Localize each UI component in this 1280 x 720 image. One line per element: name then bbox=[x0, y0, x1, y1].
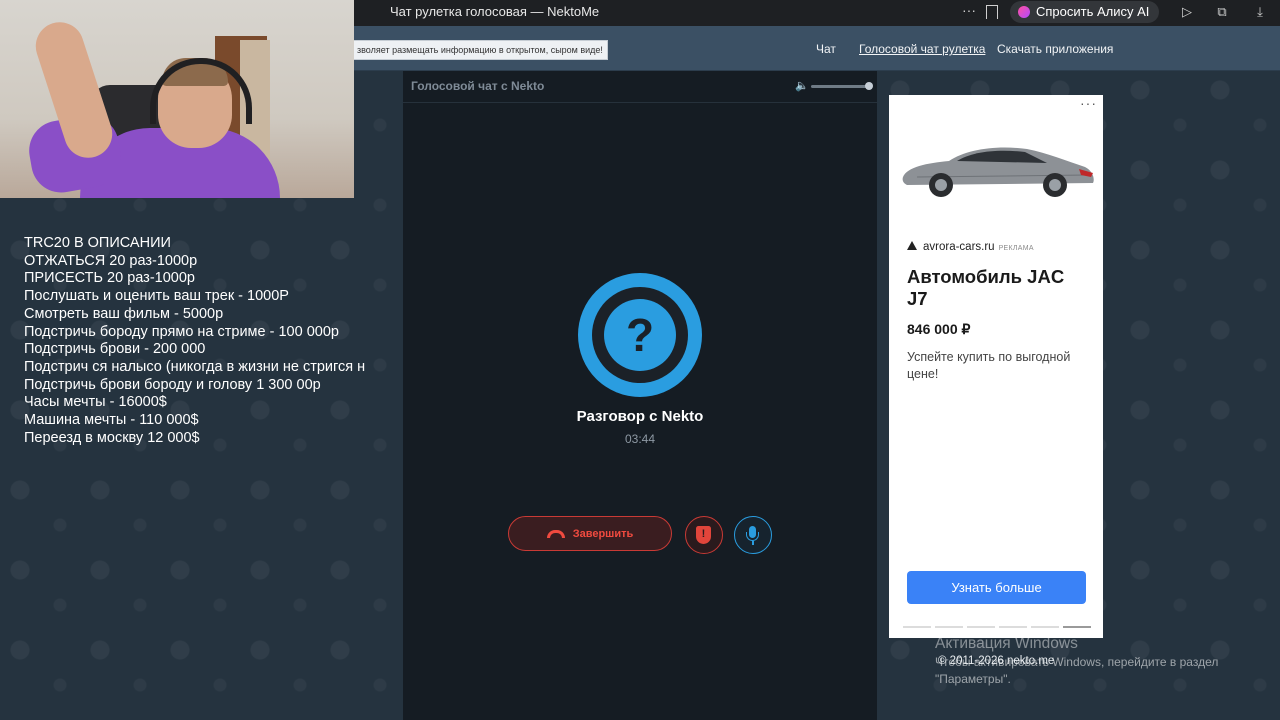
donation-line: TRC20 В ОПИСАНИИ bbox=[24, 235, 171, 251]
donation-line: Подстрич ся налысо (никогда в жизни не с… bbox=[24, 358, 366, 375]
ad-description: Успейте купить по выгодной цене! bbox=[907, 350, 1071, 381]
chat-header: Голосовой чат с Nekto 🔈 bbox=[403, 71, 877, 103]
bookmark-icon[interactable] bbox=[986, 5, 998, 19]
phone-hangup-icon bbox=[546, 530, 565, 539]
voice-chat-panel: Голосовой чат с Nekto 🔈 ? Разговор с Nek… bbox=[403, 71, 877, 720]
call-timer: 03:44 bbox=[624, 432, 656, 446]
ad-price: 846 000 ₽ bbox=[907, 321, 971, 337]
donation-line: Подстричь брови бороду и голову 1 300 00… bbox=[24, 376, 321, 393]
copyright-text: © 2011-2026 nekto.me bbox=[938, 655, 1055, 667]
ad-slide-dot[interactable] bbox=[1031, 626, 1059, 628]
alice-icon bbox=[1018, 6, 1030, 18]
report-button[interactable]: ! bbox=[685, 516, 723, 554]
question-mark-icon: ? bbox=[604, 299, 676, 371]
donation-line: Часы мечты - 16000$ bbox=[24, 394, 167, 411]
ad-slide-indicator bbox=[903, 626, 1091, 629]
conversation-title: Разговор с Nekto bbox=[576, 408, 704, 425]
windows-activation-title: Активация Windows bbox=[935, 635, 1078, 652]
end-call-label: Завершить bbox=[572, 528, 634, 540]
ad-domain-row: avrora-cars.ru РЕКЛАМА bbox=[907, 241, 1034, 253]
extensions-icon[interactable]: ⧉ bbox=[1214, 4, 1230, 20]
alice-ai-label: Спросить Алису AI bbox=[1036, 4, 1150, 19]
stream-donation-list: TRC20 В ОПИСАНИИ ОТЖАТЬСЯ 20 раз-1000р П… bbox=[24, 235, 376, 447]
notice-banner: зволяет размещать информацию в открытом,… bbox=[352, 40, 608, 60]
partner-avatar: ? bbox=[578, 273, 702, 397]
donation-line: ОТЖАТЬСЯ 20 раз-1000р bbox=[24, 252, 198, 269]
donation-line: Смотреть ваш фильм - 5000р bbox=[24, 305, 224, 322]
ad-slide-dot[interactable] bbox=[903, 626, 931, 628]
nav-download-apps-link[interactable]: Скачать приложения bbox=[997, 42, 1113, 56]
alice-ai-button[interactable]: Спросить Алису AI bbox=[1010, 1, 1160, 23]
webcam-overlay bbox=[0, 0, 354, 198]
browser-more-icon[interactable]: ··· bbox=[962, 2, 976, 18]
volume-slider-handle[interactable] bbox=[865, 82, 873, 90]
volume-slider[interactable] bbox=[811, 85, 869, 88]
ad-slide-dot[interactable] bbox=[967, 626, 995, 628]
download-icon[interactable]: ⤓ bbox=[1252, 4, 1268, 20]
ad-banner[interactable]: ··· avrora-cars.ru РЕКЛАМА Автомобиль JAC… bbox=[889, 95, 1103, 638]
donation-line: Подстричь брови - 200 000 bbox=[24, 341, 206, 358]
volume-icon[interactable]: 🔈 bbox=[795, 80, 809, 92]
ad-label: РЕКЛАМА bbox=[998, 245, 1034, 252]
donation-line: Переезд в москву 12 000$ bbox=[24, 429, 200, 446]
browser-tab-title: Чат рулетка голосовая — NektoMe bbox=[390, 4, 600, 19]
ad-domain: avrora-cars.ru bbox=[923, 241, 995, 253]
car-image bbox=[902, 147, 1094, 197]
donation-line: ПРИСЕСТЬ 20 раз-1000р bbox=[24, 270, 195, 287]
ad-slide-dot[interactable] bbox=[935, 626, 963, 628]
donation-line: Подстричь бороду прямо на стриме - 100 0… bbox=[24, 323, 339, 340]
shield-icon: ! bbox=[696, 526, 711, 544]
ad-menu-icon[interactable]: ··· bbox=[1080, 95, 1097, 111]
end-call-button[interactable]: Завершить bbox=[508, 516, 672, 551]
reading-mode-icon[interactable]: ▷ bbox=[1179, 4, 1195, 20]
nav-chat-link[interactable]: Чат bbox=[816, 42, 836, 56]
donation-line: Машина мечты - 110 000$ bbox=[24, 412, 199, 429]
ad-slide-dot[interactable] bbox=[999, 626, 1027, 628]
microphone-button[interactable] bbox=[734, 516, 772, 554]
donation-line: Послушать и оценить ваш трек - 1000Р bbox=[24, 288, 289, 305]
ad-title: Автомобиль JAC J7 bbox=[907, 266, 1065, 309]
advertiser-logo-icon bbox=[907, 241, 917, 250]
chat-title: Голосовой чат с Nekto bbox=[411, 79, 545, 93]
ad-slide-dot-active[interactable] bbox=[1063, 626, 1091, 628]
ad-learn-more-button[interactable]: Узнать больше bbox=[907, 571, 1086, 604]
nav-voice-chat-link[interactable]: Голосовой чат рулетка bbox=[859, 42, 985, 56]
